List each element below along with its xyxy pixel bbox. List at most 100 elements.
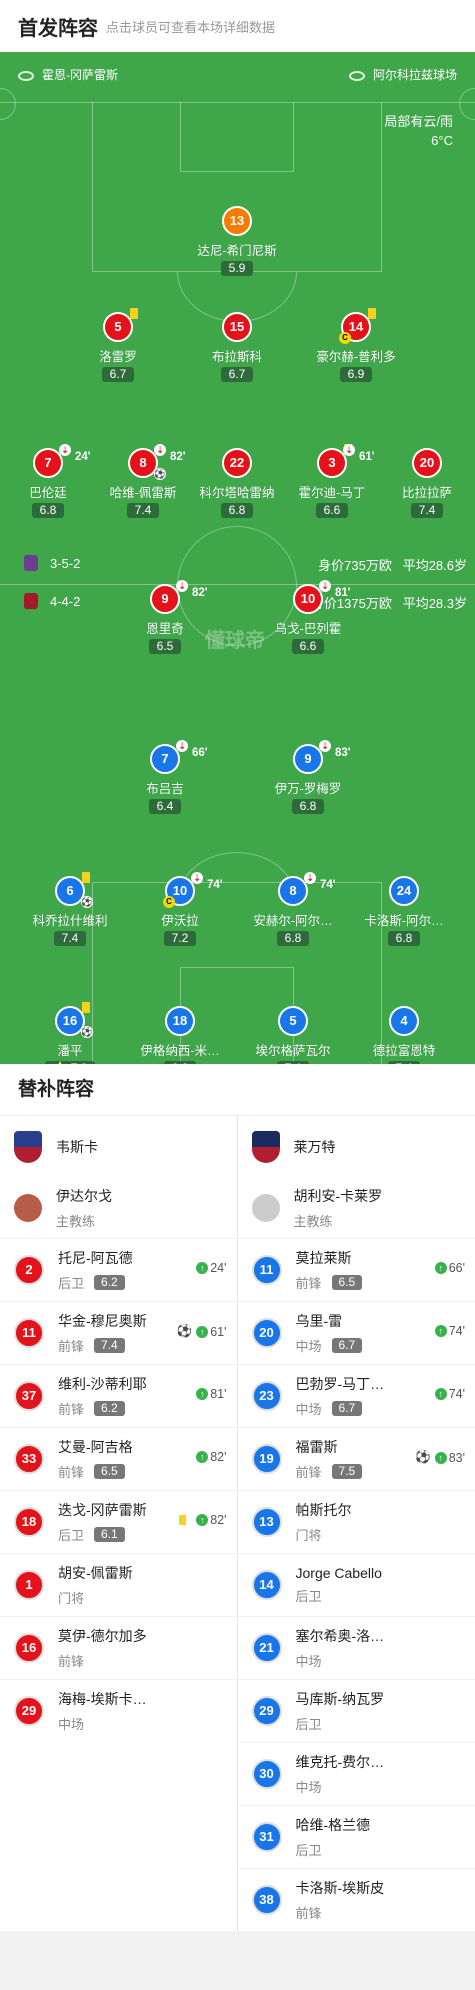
sub-row[interactable]: 29 海梅-埃斯卡… 中场 <box>0 1679 237 1742</box>
home-team-header[interactable]: 韦斯卡 <box>0 1116 237 1178</box>
whistle-icon <box>18 70 34 81</box>
player-14-red[interactable]: 14 C 豪尔赫-普利多 6.9 <box>296 308 416 383</box>
sub-row[interactable]: 37 维利-沙蒂利耶 前锋 6.2 ↑ 81' <box>0 1364 237 1427</box>
player-4-blue[interactable]: 4 德拉富恩特 7.4 <box>344 1006 464 1064</box>
sub-row[interactable]: 29 马库斯-纳瓦罗 后卫 <box>237 1679 475 1742</box>
sub-name: 莫拉莱斯 <box>295 1250 352 1266</box>
sub-position: 中场 6.7 <box>296 1336 475 1355</box>
player-name: 恩里奇 <box>146 622 184 636</box>
player-number: 7 ⇣ 66' <box>150 740 208 774</box>
sub-in-time: ↑ 74' <box>431 1324 465 1338</box>
player-number: 10 ⇣ 81' <box>293 580 351 614</box>
player-20-red[interactable]: 20 比拉拉萨 7.4 <box>367 448 475 519</box>
sub-number: 29 <box>14 1696 44 1726</box>
sub-rating: 7.4 <box>94 1338 125 1353</box>
player-8-blue[interactable]: 8 ⇣ 74' 安赫尔-阿尔… 6.8 <box>233 872 353 947</box>
sub-in-time: ↑ 74' <box>431 1387 465 1401</box>
sub-row[interactable]: 13 帕斯托尔 门将 <box>237 1490 475 1553</box>
player-5-red[interactable]: 5 洛雷罗 6.7 <box>58 308 178 383</box>
sub-rating: 6.7 <box>331 1338 363 1353</box>
goal-icon: ⚽ <box>81 896 93 908</box>
away-crest-icon <box>251 1131 280 1163</box>
sub-out-icon: ⇣ <box>319 740 331 752</box>
sub-position: 前锋 <box>295 1906 322 1921</box>
sub-time: 81' <box>335 587 351 599</box>
sub-row[interactable]: 31 哈维-格兰德 后卫 <box>237 1805 475 1868</box>
sub-name: 莫伊-德尔加多 <box>58 1628 147 1644</box>
player-name: 潘平 <box>57 1044 83 1058</box>
sub-name: 乌里-雷 <box>295 1313 343 1329</box>
sub-in-icon: ↑ <box>196 1388 209 1400</box>
sub-name: 海梅-埃斯卡… <box>58 1691 147 1707</box>
weather-text: 局部有云/雨 <box>384 114 453 129</box>
player-15-red[interactable]: 15 布拉斯科 6.7 <box>177 312 297 383</box>
sub-number: 2 <box>14 1255 44 1285</box>
sub-time: 66' <box>192 747 208 759</box>
player-rating: 6.8 <box>276 931 310 946</box>
sub-row[interactable]: 1 胡安-佩雷斯 门将 <box>0 1553 237 1616</box>
sub-position: 前锋 6.5 <box>296 1273 475 1292</box>
player-9-blue[interactable]: 9 ⇣ 83' 伊万-罗梅罗 6.8 <box>248 740 368 815</box>
sub-row[interactable]: 30 维克托-费尔… 中场 <box>237 1742 475 1805</box>
player-24-blue[interactable]: 24 卡洛斯-阿尔… 6.8 <box>344 876 464 947</box>
home-subs: 韦斯卡 伊达尔戈 主教练 2 托尼-阿瓦德 后卫 6.2 ↑ 24' 11 华金-穆尼奥斯 前锋 7… <box>0 1116 238 1931</box>
player-name: 埃尔格萨瓦尔 <box>255 1044 331 1058</box>
sub-row[interactable]: 14 Jorge Cabello 后卫 <box>237 1553 475 1616</box>
player-rating: 6.8 <box>387 931 421 946</box>
away-coach[interactable]: 胡利安-卡莱罗 主教练 <box>238 1178 475 1238</box>
sub-rating: 6.5 <box>94 1464 125 1479</box>
yellow-card-icon <box>82 872 90 883</box>
player-number: 24 <box>389 876 419 906</box>
sub-number: 16 <box>14 1633 44 1663</box>
away-formation: 4-4-2 <box>24 593 80 609</box>
away-team-header[interactable]: 莱万特 <box>238 1116 475 1178</box>
player-16-blue[interactable]: 16⚽ 潘平 ⭐ 7.8 <box>10 1002 130 1064</box>
player-number: 9 ⇣ 82' <box>150 580 208 614</box>
player-18-blue[interactable]: 18 伊格纳西-米… 6.8 <box>120 1006 240 1064</box>
player-rating: 6.9 <box>339 367 373 382</box>
sub-position: 后卫 <box>295 1589 322 1604</box>
player-rating: ⭐ 7.8 <box>44 1061 96 1064</box>
player-rating: 6.4 <box>148 799 182 814</box>
sub-row[interactable]: 11 莫拉莱斯 前锋 6.5 ↑ 66' <box>237 1238 475 1301</box>
player-5-blue[interactable]: 5 埃尔格萨瓦尔 7.4 <box>233 1006 353 1064</box>
player-6-blue[interactable]: 6 ⚽ 科乔拉什维利 7.4 <box>10 872 130 947</box>
sub-row[interactable]: 21 塞尔希奥-洛… 中场 <box>237 1616 475 1679</box>
sub-name: 维克托-费尔… <box>295 1754 385 1770</box>
sub-number: 21 <box>251 1633 282 1663</box>
sub-row[interactable]: 16 莫伊-德尔加多 前锋 <box>0 1616 237 1679</box>
player-rating: 6.8 <box>291 799 325 814</box>
sub-row[interactable]: 18 迭戈-冈萨雷斯 后卫 6.1 ↑ 82' <box>0 1490 237 1553</box>
player-7-blue[interactable]: 7 ⇣ 66' 布吕吉 6.4 <box>105 740 225 815</box>
sub-time: 83' <box>335 747 351 759</box>
sub-row[interactable]: 23 巴勃罗-马丁… 中场 6.7 ↑ 74' <box>237 1364 475 1427</box>
sub-row[interactable]: 19 福雷斯 前锋 7.5 ⚽ ↑ 83' <box>237 1427 475 1490</box>
home-crest-icon <box>24 555 38 571</box>
player-number: 14 C <box>339 308 376 344</box>
player-10-blue[interactable]: 10 C ⇣ 74' 伊沃拉 7.2 <box>120 872 240 947</box>
player-10-red[interactable]: 10 ⇣ 81' 乌戈-巴列霍 6.6 <box>248 580 368 655</box>
sub-rating: 7.5 <box>331 1464 363 1479</box>
sub-row[interactable]: 33 艾曼-阿吉格 前锋 6.5 ↑ 82' <box>0 1427 237 1490</box>
sub-out-icon: ⇣ <box>304 872 316 884</box>
away-crest-icon <box>24 593 38 609</box>
home-coach[interactable]: 伊达尔戈 主教练 <box>0 1178 237 1238</box>
player-rating: 6.6 <box>315 503 349 518</box>
sub-row[interactable]: 2 托尼-阿瓦德 后卫 6.2 ↑ 24' <box>0 1238 237 1301</box>
sub-number: 20 <box>251 1318 282 1348</box>
goal-icon: ⚽ <box>81 1026 93 1038</box>
sub-row[interactable]: 20 乌里-雷中场 6.7 ↑ 74' <box>237 1301 475 1364</box>
player-number: 10 C ⇣ 74' <box>163 872 223 908</box>
player-9-red[interactable]: 9 ⇣ 82' 恩里奇 6.5 <box>105 580 225 655</box>
player-number: 13 <box>222 206 252 236</box>
player-13-orange[interactable]: 13 达尼-希门尼斯 5.9 <box>177 206 297 277</box>
pitch: 霍恩-冈萨雷斯 阿尔科拉兹球场 局部有云/雨 6°C 懂球帝 3-5-2 身价7… <box>0 52 475 1064</box>
stadium-icon <box>348 70 365 81</box>
sub-in-icon: ↑ <box>434 1262 447 1274</box>
sub-rating: 6.7 <box>331 1401 363 1416</box>
sub-name: 马库斯-纳瓦罗 <box>295 1691 385 1707</box>
sub-row[interactable]: 11 华金-穆尼奥斯 前锋 7.4 ⚽ ↑ 61' <box>0 1301 237 1364</box>
sub-row[interactable]: 38 卡洛斯-埃斯皮 前锋 <box>237 1868 475 1931</box>
substitutes-section: 替补阵容 韦斯卡 伊达尔戈 主教练 2 托尼-阿瓦德 后卫 6.2 ↑ 24' 11 华金-穆尼… <box>0 1064 475 1931</box>
sub-in-time: ↑ 66' <box>431 1261 465 1275</box>
